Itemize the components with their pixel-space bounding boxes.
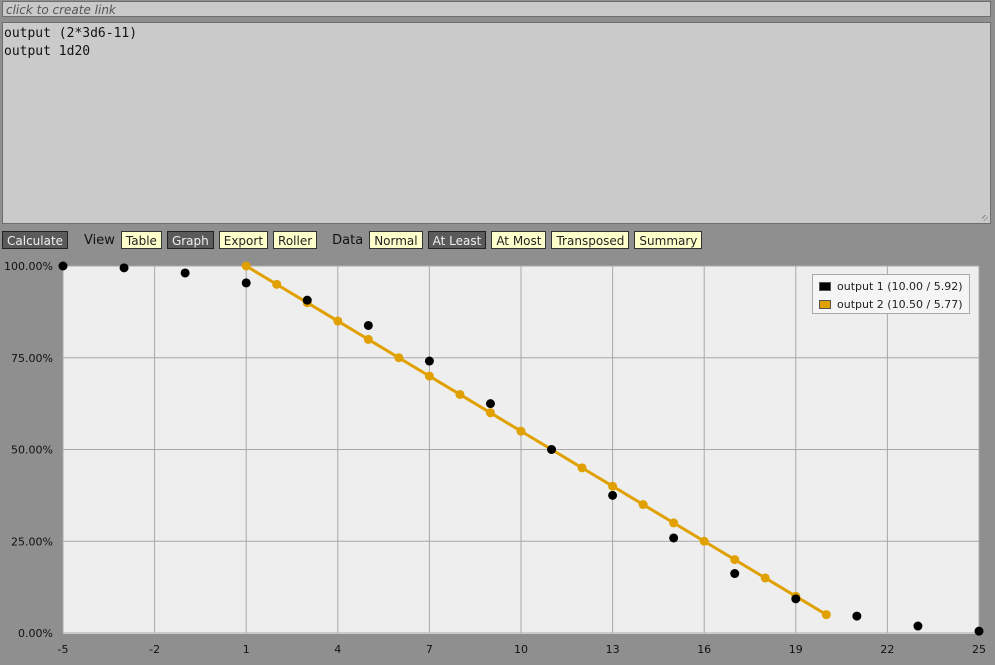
series-2-point bbox=[241, 261, 251, 271]
series-1-point bbox=[424, 356, 434, 366]
series-1-point bbox=[974, 626, 984, 636]
series-2-point bbox=[485, 408, 495, 418]
series-1-point bbox=[241, 278, 251, 288]
series-2-point bbox=[333, 316, 343, 326]
series-2-point bbox=[699, 536, 709, 546]
series-2-point bbox=[669, 518, 679, 528]
code-line: output 1d20 bbox=[4, 44, 91, 59]
y-tick-label: 50.00% bbox=[11, 444, 53, 457]
y-tick-label: 100.00% bbox=[4, 261, 53, 273]
y-tick-label: 75.00% bbox=[11, 352, 53, 365]
data-transposed-button[interactable]: Transposed bbox=[551, 231, 630, 249]
data-at-least-button[interactable]: At Least bbox=[427, 231, 487, 249]
x-tick-label: 7 bbox=[426, 643, 433, 656]
legend-swatch-black bbox=[819, 281, 831, 291]
x-tick-label: 16 bbox=[697, 643, 711, 656]
series-1-point bbox=[363, 320, 373, 330]
series-1-point bbox=[669, 533, 679, 543]
view-table-button[interactable]: Table bbox=[120, 231, 162, 249]
x-tick-label: 13 bbox=[606, 643, 620, 656]
legend-label: output 1 (10.00 / 5.92) bbox=[837, 279, 963, 293]
link-bar[interactable]: click to create link bbox=[2, 1, 991, 17]
series-1-point bbox=[730, 569, 740, 579]
series-2-point bbox=[821, 610, 831, 620]
chart-legend: output 1 (10.00 / 5.92) output 2 (10.50 … bbox=[812, 274, 970, 314]
x-tick-label: 1 bbox=[243, 643, 250, 656]
series-2-point bbox=[363, 334, 373, 344]
series-1-point bbox=[302, 295, 312, 305]
series-2-point bbox=[730, 555, 740, 565]
chart-area: -5 -2 1 4 7 10 13 16 19 22 25 0.00% 25.00% 50.00% 75.0… bbox=[0, 260, 995, 661]
series-1-point bbox=[119, 263, 129, 273]
series-2-point bbox=[638, 500, 648, 510]
data-summary-button[interactable]: Summary bbox=[634, 231, 703, 249]
series-1-point bbox=[791, 594, 801, 604]
series-1-point bbox=[180, 268, 190, 278]
series-2-point bbox=[608, 481, 618, 491]
series-2-point bbox=[394, 353, 404, 363]
y-tick-label: 25.00% bbox=[11, 535, 53, 548]
x-tick-label: 4 bbox=[334, 643, 341, 656]
legend-item-output-2[interactable]: output 2 (10.50 / 5.77) bbox=[816, 295, 966, 313]
resize-grip-icon[interactable] bbox=[982, 215, 988, 221]
series-2-point bbox=[760, 573, 770, 583]
data-at-most-button[interactable]: At Most bbox=[491, 231, 547, 249]
series-1-point bbox=[913, 621, 923, 631]
x-tick-label: 10 bbox=[514, 643, 528, 656]
series-1-point bbox=[852, 611, 862, 621]
view-graph-button[interactable]: Graph bbox=[166, 231, 214, 249]
data-normal-button[interactable]: Normal bbox=[369, 231, 423, 249]
chart: -5 -2 1 4 7 10 13 16 19 22 25 0.00% 25.00% 50.00% 75.0… bbox=[4, 260, 986, 656]
y-tick-label: 0.00% bbox=[18, 627, 53, 640]
series-2-point bbox=[516, 426, 526, 436]
view-roller-button[interactable]: Roller bbox=[273, 231, 318, 249]
x-tick-label: -2 bbox=[149, 643, 160, 656]
x-tick-label: 19 bbox=[789, 643, 803, 656]
series-1-point bbox=[58, 261, 68, 271]
series-1-point bbox=[485, 399, 495, 409]
series-2-point bbox=[272, 279, 282, 289]
data-label: Data bbox=[332, 232, 364, 248]
x-tick-label: -5 bbox=[58, 643, 69, 656]
legend-swatch-orange bbox=[819, 299, 831, 309]
calculate-button[interactable]: Calculate bbox=[2, 231, 69, 249]
series-2-point bbox=[455, 389, 465, 399]
legend-label: output 2 (10.50 / 5.77) bbox=[837, 297, 963, 311]
series-1-point bbox=[547, 445, 557, 454]
x-tick-label: 22 bbox=[880, 643, 894, 656]
series-1-point bbox=[608, 490, 618, 500]
series-2-point bbox=[424, 371, 434, 381]
toolbar: Calculate View Table Graph Export Roller… bbox=[2, 230, 707, 250]
series-2-point bbox=[577, 463, 587, 473]
legend-item-output-1[interactable]: output 1 (10.00 / 5.92) bbox=[816, 277, 966, 295]
view-export-button[interactable]: Export bbox=[218, 231, 269, 249]
code-editor[interactable]: output (2*3d6-11) output 1d20 bbox=[2, 22, 991, 224]
view-label: View bbox=[84, 232, 115, 248]
code-line: output (2*3d6-11) bbox=[4, 26, 138, 41]
x-tick-label: 25 bbox=[972, 643, 986, 656]
